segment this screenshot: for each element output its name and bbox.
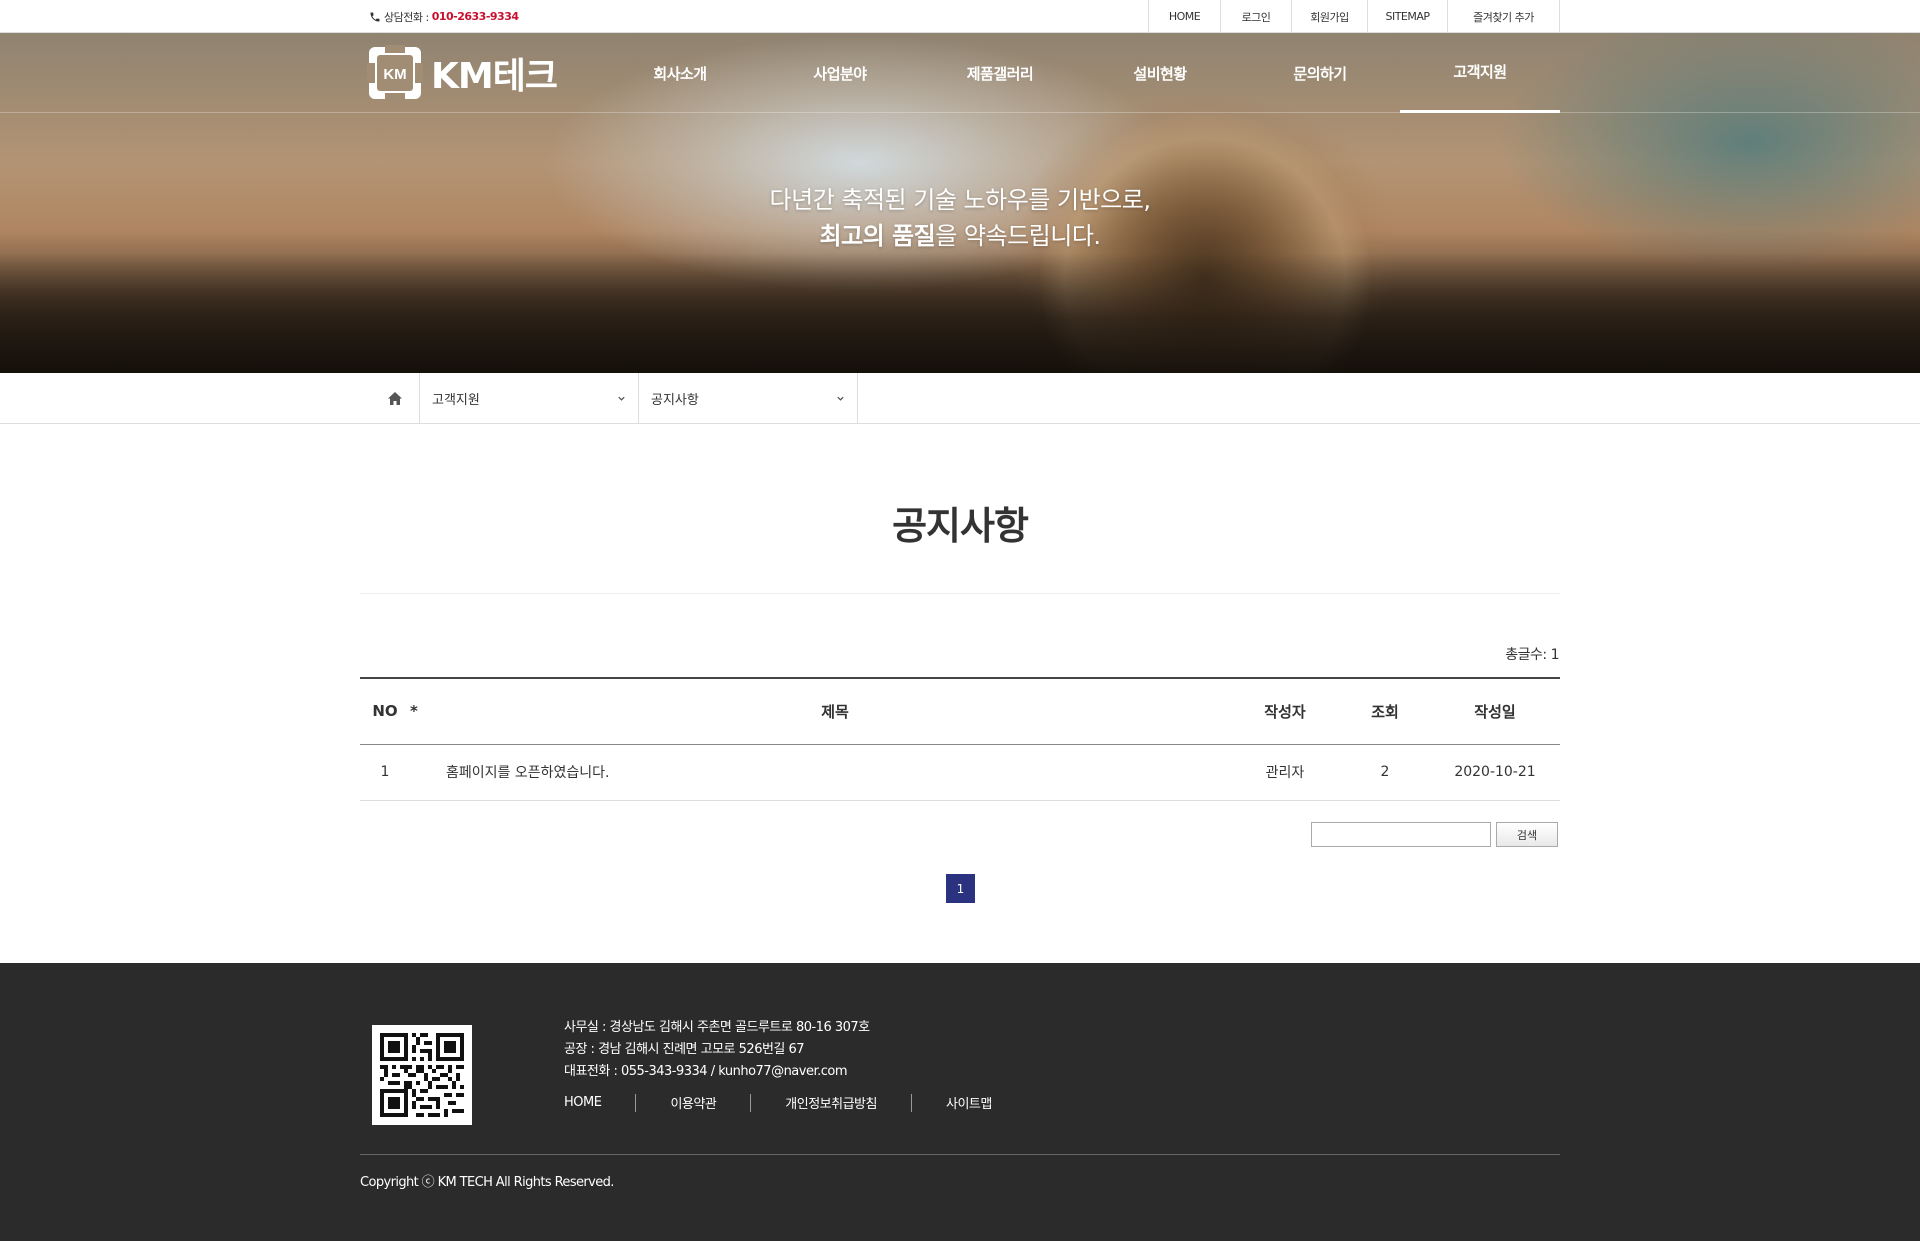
footer-divider: [910, 1093, 912, 1112]
hero-shade: [0, 253, 1920, 373]
top-utility-bar: 상담전화 : 010-2633-9334 HOME 로그인 회원가입 SITEM…: [0, 0, 1920, 33]
hero-banner: KM KM테크 회사소개 사업분야 제품갤러리 설비현황 문의하기 고객지원 다…: [0, 33, 1920, 373]
footer-divider: [750, 1093, 752, 1112]
footer-divider: [635, 1093, 637, 1112]
page-title: 공지사항: [892, 504, 1029, 548]
breadcrumb-level2-label: 공지사항: [651, 392, 699, 408]
footer-terms-link[interactable]: 이용약관: [670, 1093, 716, 1112]
hero-slogan-highlight: 최고의 품질: [819, 222, 936, 250]
row-subject-link[interactable]: 홈페이지를 오픈하였습니다.: [440, 744, 1230, 801]
footer-factory-address: 공장 : 경남 김해시 진례면 고모로 526번길 67: [564, 1042, 805, 1057]
hero-slogan-line1: 다년간 축적된 기술 노하우를 기반으로,: [769, 186, 1151, 214]
breadcrumb-level1-label: 고객지원: [432, 392, 480, 408]
qr-code-image: [372, 1025, 472, 1125]
title-divider: [360, 593, 1560, 594]
logo-mark-icon: KM: [365, 43, 425, 103]
menu-gallery[interactable]: 제품갤러리: [920, 33, 1080, 113]
footer-home-link[interactable]: HOME: [564, 1095, 602, 1110]
pagination-page-1[interactable]: 1: [946, 874, 975, 903]
util-home-link[interactable]: HOME: [1149, 0, 1221, 33]
menu-inquiry[interactable]: 문의하기: [1240, 33, 1400, 113]
svg-text:KM: KM: [383, 66, 406, 83]
search-button[interactable]: 검색: [1496, 822, 1558, 847]
footer-privacy-link[interactable]: 개인정보취급방침: [785, 1093, 877, 1112]
gnb-menu: 회사소개 사업분야 제품갤러리 설비현황 문의하기 고객지원: [600, 33, 1560, 113]
row-writer: 관리자: [1230, 744, 1340, 801]
phone-contact: 상담전화 : 010-2633-9334: [369, 0, 519, 33]
util-login-link[interactable]: 로그인: [1221, 0, 1292, 33]
row-star: [410, 744, 440, 801]
hero-slogan-rest: 을 약속드립니다.: [935, 222, 1101, 250]
menu-business[interactable]: 사업분야: [760, 33, 920, 113]
col-no: NO: [360, 677, 410, 745]
home-button[interactable]: [370, 373, 420, 423]
col-subject: 제목: [440, 677, 1230, 745]
util-sitemap-link[interactable]: SITEMAP: [1368, 0, 1448, 33]
phone-icon: [370, 12, 380, 21]
phone-label: 상담전화 :: [384, 10, 429, 24]
chevron-down-icon: [837, 396, 844, 401]
table-header-row: NO * 제목 작성자 조회 작성일: [360, 677, 1560, 745]
row-hits: 2: [1340, 744, 1430, 801]
footer-office-address: 사무실 : 경상남도 김해시 주촌면 골드루트로 80-16 307호: [564, 1020, 870, 1035]
utility-links: HOME 로그인 회원가입 SITEMAP 즐겨찾기 추가: [1148, 0, 1560, 33]
total-count: 총글수: 1: [1505, 647, 1559, 663]
breadcrumb-select-level1[interactable]: 고객지원: [420, 373, 639, 423]
row-date: 2020-10-21: [1430, 744, 1560, 801]
col-star: *: [410, 677, 440, 745]
util-join-link[interactable]: 회원가입: [1292, 0, 1368, 33]
footer-sitemap-link[interactable]: 사이트맵: [946, 1093, 992, 1112]
notice-table: NO * 제목 작성자 조회 작성일 1 홈페이지를 오픈하였습니다. 관리자 …: [360, 677, 1560, 801]
site-logo[interactable]: KM KM테크: [365, 43, 558, 103]
logo-text: KM테크: [431, 56, 558, 97]
menu-facility[interactable]: 설비현황: [1080, 33, 1240, 113]
home-icon: [387, 391, 402, 405]
table-row[interactable]: 1 홈페이지를 오픈하였습니다. 관리자 2 2020-10-21: [360, 744, 1560, 801]
footer-contact: 대표전화 : 055-343-9334 / kunho77@naver.com: [564, 1064, 848, 1079]
site-footer: 사무실 : 경상남도 김해시 주촌면 골드루트로 80-16 307호 공장 :…: [0, 963, 1920, 1241]
copyright: Copyright ⓒ KM TECH All Rights Reserved.: [360, 1175, 614, 1190]
footer-links: HOME 이용약관 개인정보취급방침 사이트맵: [564, 1093, 992, 1112]
col-hits: 조회: [1340, 677, 1430, 745]
col-date: 작성일: [1430, 677, 1560, 745]
chevron-down-icon: [618, 396, 625, 401]
menu-company[interactable]: 회사소개: [600, 33, 760, 113]
col-writer: 작성자: [1230, 677, 1340, 745]
util-bookmark-link[interactable]: 즐겨찾기 추가: [1448, 0, 1560, 33]
footer-divider-line: [360, 1154, 1560, 1155]
phone-number[interactable]: 010-2633-9334: [432, 10, 519, 23]
search-input[interactable]: [1311, 822, 1491, 847]
row-no: 1: [360, 744, 410, 801]
breadcrumb-select-level2[interactable]: 공지사항: [639, 373, 858, 423]
hero-slogan-line2: 최고의 품질을 약속드립니다.: [0, 216, 1920, 251]
menu-support[interactable]: 고객지원: [1400, 33, 1560, 113]
breadcrumb: 고객지원 공지사항: [0, 373, 1920, 424]
main-navigation: KM KM테크 회사소개 사업분야 제품갤러리 설비현황 문의하기 고객지원: [0, 33, 1920, 113]
